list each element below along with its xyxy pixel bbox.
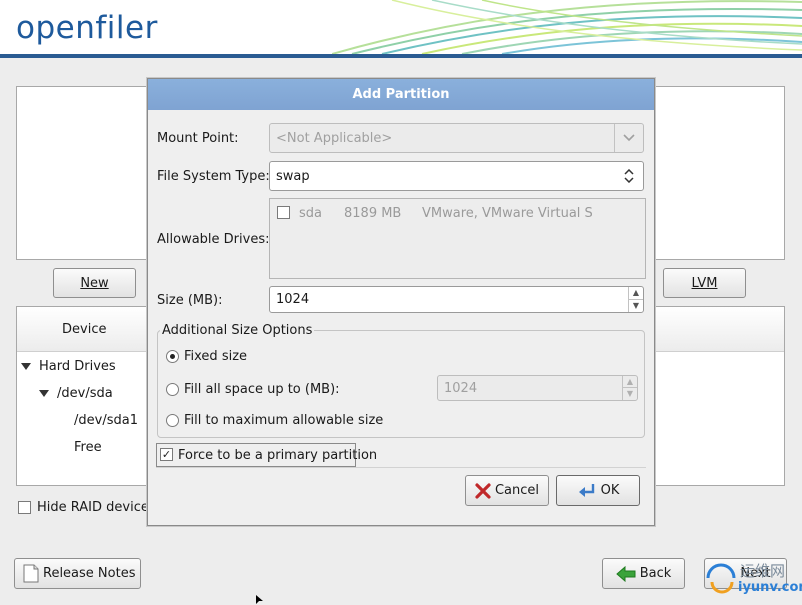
dialog-title: Add Partition <box>352 87 450 102</box>
banner-swoosh-graphic <box>332 0 802 54</box>
dialog-separator <box>156 467 646 468</box>
lvm-button-label: LVM <box>691 275 718 291</box>
lvm-button[interactable]: LVM <box>663 268 746 298</box>
watermark-url-text: iyunv.com <box>738 580 802 595</box>
drive-checkbox[interactable] <box>277 206 290 219</box>
size-value: 1024 <box>276 292 310 307</box>
size-spinbox[interactable]: 1024 ▲ ▼ <box>269 286 644 313</box>
fill-upto-spin-buttons[interactable]: ▲ ▼ <box>622 376 637 400</box>
size-label: Size (MB): <box>157 293 223 308</box>
document-icon <box>23 564 39 583</box>
fs-type-combo[interactable]: swap <box>269 161 644 191</box>
cancel-button[interactable]: Cancel <box>465 475 549 506</box>
mount-point-combo[interactable]: <Not Applicable> <box>269 123 644 153</box>
fill-upto-spinbox[interactable]: 1024 ▲ ▼ <box>437 375 638 401</box>
tree-row-free[interactable]: Free <box>74 440 102 455</box>
fs-type-label: File System Type: <box>157 169 270 184</box>
spin-up-icon[interactable]: ▲ <box>629 287 643 300</box>
spin-up-icon[interactable]: ▲ <box>623 376 637 388</box>
tree-row-hard-drives[interactable]: Hard Drives <box>21 359 116 374</box>
back-button[interactable]: Back <box>602 558 685 589</box>
cancel-x-icon <box>475 482 491 499</box>
add-partition-dialog: Add Partition Mount Point: <Not Applicab… <box>147 78 655 526</box>
fill-upto-radio[interactable] <box>166 383 179 396</box>
size-spin-buttons[interactable]: ▲ ▼ <box>628 287 643 312</box>
mouse-cursor-icon <box>256 595 263 604</box>
fs-type-dropdown-button[interactable] <box>615 162 643 190</box>
spin-down-icon[interactable]: ▼ <box>629 300 643 313</box>
expander-icon[interactable] <box>39 390 49 397</box>
primary-partition-label: Force to be a primary partition <box>178 448 378 463</box>
drive-row[interactable]: sda 8189 MB VMware, VMware Virtual S <box>270 205 645 223</box>
spin-down-icon[interactable]: ▼ <box>623 388 637 400</box>
fixed-size-label: Fixed size <box>184 349 248 364</box>
openfiler-logo: openfiler <box>16 10 158 46</box>
back-button-label: Back <box>639 566 672 581</box>
ok-enter-icon <box>578 483 594 497</box>
drive-model: VMware, VMware Virtual S <box>422 206 593 221</box>
watermark: 运维网 iyunv.com <box>700 556 802 602</box>
mount-point-dropdown-button[interactable] <box>614 124 643 152</box>
drive-name: sda <box>299 206 322 221</box>
header-divider <box>0 54 802 58</box>
allowable-drives-label: Allowable Drives: <box>157 232 270 247</box>
header-banner: openfiler <box>0 0 802 54</box>
fill-max-radio[interactable] <box>166 414 179 427</box>
hide-raid-checkbox[interactable] <box>18 501 31 514</box>
watermark-cn-text: 运维网 <box>740 562 786 580</box>
release-notes-button[interactable]: Release Notes <box>14 558 141 589</box>
column-device: Device <box>62 322 107 337</box>
cancel-button-label: Cancel <box>494 483 540 498</box>
new-button-label: New <box>80 275 109 291</box>
chevron-down-icon <box>623 134 635 142</box>
ok-button-label: OK <box>600 483 620 498</box>
new-partition-button[interactable]: New <box>53 268 136 298</box>
fixed-size-radio[interactable] <box>166 350 179 363</box>
primary-partition-checkbox[interactable]: ✓ <box>160 448 173 461</box>
fs-type-value: swap <box>276 168 310 184</box>
expander-icon[interactable] <box>21 363 31 370</box>
fill-upto-value: 1024 <box>444 380 478 396</box>
additional-size-options-label: Additional Size Options <box>160 323 315 338</box>
allowable-drives-list[interactable]: sda 8189 MB VMware, VMware Virtual S <box>269 198 646 279</box>
tree-row-dev-sda1[interactable]: /dev/sda1 <box>74 413 138 428</box>
fill-upto-label: Fill all space up to (MB): <box>184 382 340 397</box>
back-arrow-icon <box>615 565 636 582</box>
updown-chevron-icon <box>624 169 634 183</box>
drive-size: 8189 MB <box>344 206 402 221</box>
dialog-title-bar[interactable]: Add Partition <box>148 79 654 110</box>
tree-row-dev-sda[interactable]: /dev/sda <box>39 386 113 401</box>
mount-point-value: <Not Applicable> <box>276 130 393 146</box>
fill-max-label: Fill to maximum allowable size <box>184 413 384 428</box>
ok-button[interactable]: OK <box>556 475 640 506</box>
mount-point-label: Mount Point: <box>157 131 239 146</box>
watermark-logo-icon <box>706 563 736 594</box>
release-notes-label: Release Notes <box>43 566 136 581</box>
hide-raid-label: Hide RAID device/ <box>37 500 154 515</box>
